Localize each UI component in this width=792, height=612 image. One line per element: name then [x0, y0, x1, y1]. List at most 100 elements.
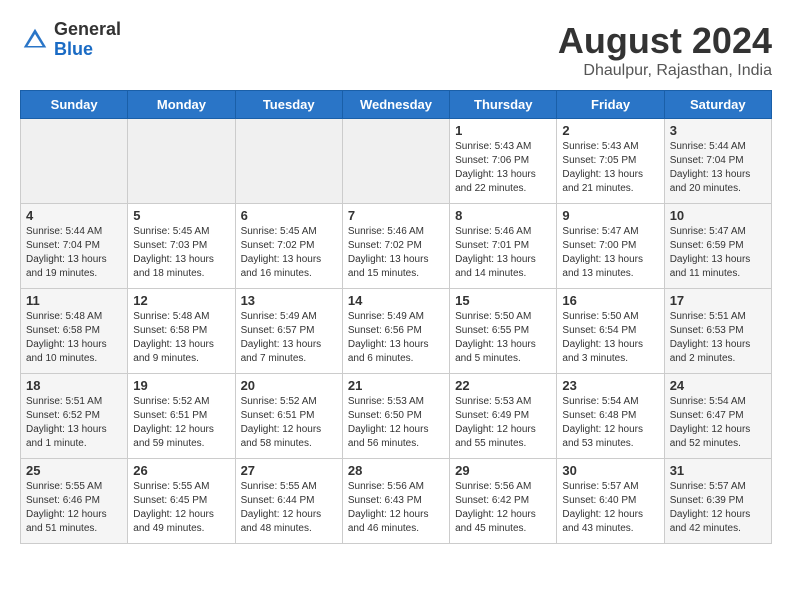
day-info: Sunrise: 5:44 AM Sunset: 7:04 PM Dayligh… — [670, 140, 766, 196]
day-number: 30 — [562, 463, 658, 478]
day-info: Sunrise: 5:46 AM Sunset: 7:02 PM Dayligh… — [348, 225, 444, 281]
day-number: 19 — [133, 378, 229, 393]
calendar-cell: 8 Sunrise: 5:46 AM Sunset: 7:01 PM Daylig… — [450, 204, 557, 289]
day-number: 8 — [455, 208, 551, 223]
day-number: 9 — [562, 208, 658, 223]
calendar-week-row: 1 Sunrise: 5:43 AM Sunset: 7:06 PM Daylig… — [21, 119, 772, 204]
day-number: 18 — [26, 378, 122, 393]
calendar-cell — [21, 119, 128, 204]
calendar-header-row: SundayMondayTuesdayWednesdayThursdayFrid… — [21, 91, 772, 119]
day-number: 10 — [670, 208, 766, 223]
calendar-week-row: 4 Sunrise: 5:44 AM Sunset: 7:04 PM Daylig… — [21, 204, 772, 289]
weekday-header: Tuesday — [235, 91, 342, 119]
day-number: 24 — [670, 378, 766, 393]
day-number: 27 — [241, 463, 337, 478]
day-info: Sunrise: 5:50 AM Sunset: 6:54 PM Dayligh… — [562, 310, 658, 366]
day-info: Sunrise: 5:55 AM Sunset: 6:46 PM Dayligh… — [26, 480, 122, 536]
day-number: 12 — [133, 293, 229, 308]
calendar-table: SundayMondayTuesdayWednesdayThursdayFrid… — [20, 90, 772, 544]
day-info: Sunrise: 5:49 AM Sunset: 6:56 PM Dayligh… — [348, 310, 444, 366]
day-info: Sunrise: 5:56 AM Sunset: 6:42 PM Dayligh… — [455, 480, 551, 536]
day-info: Sunrise: 5:54 AM Sunset: 6:47 PM Dayligh… — [670, 395, 766, 451]
calendar-cell: 11 Sunrise: 5:48 AM Sunset: 6:58 PM Dayli… — [21, 289, 128, 374]
calendar-cell — [342, 119, 449, 204]
calendar-cell: 15Sunrise: 5:50 AM Sunset: 6:55 PM Dayli… — [450, 289, 557, 374]
weekday-header: Thursday — [450, 91, 557, 119]
day-number: 11 — [26, 293, 122, 308]
day-number: 5 — [133, 208, 229, 223]
calendar-cell: 30Sunrise: 5:57 AM Sunset: 6:40 PM Dayli… — [557, 459, 664, 544]
weekday-header: Wednesday — [342, 91, 449, 119]
calendar-cell: 28 Sunrise: 5:56 AM Sunset: 6:43 PM Dayli… — [342, 459, 449, 544]
day-info: Sunrise: 5:49 AM Sunset: 6:57 PM Dayligh… — [241, 310, 337, 366]
weekday-header: Saturday — [664, 91, 771, 119]
day-info: Sunrise: 5:52 AM Sunset: 6:51 PM Dayligh… — [241, 395, 337, 451]
logo: General Blue — [20, 20, 121, 60]
day-number: 2 — [562, 123, 658, 138]
calendar-cell: 21 Sunrise: 5:53 AM Sunset: 6:50 PM Dayli… — [342, 374, 449, 459]
day-info: Sunrise: 5:53 AM Sunset: 6:50 PM Dayligh… — [348, 395, 444, 451]
day-info: Sunrise: 5:56 AM Sunset: 6:43 PM Dayligh… — [348, 480, 444, 536]
day-number: 25 — [26, 463, 122, 478]
day-info: Sunrise: 5:45 AM Sunset: 7:02 PM Dayligh… — [241, 225, 337, 281]
calendar-cell — [235, 119, 342, 204]
calendar-cell — [128, 119, 235, 204]
page-header: General Blue August 2024 Dhaulpur, Rajas… — [20, 20, 772, 80]
calendar-cell: 27 Sunrise: 5:55 AM Sunset: 6:44 PM Dayli… — [235, 459, 342, 544]
calendar-cell: 24 Sunrise: 5:54 AM Sunset: 6:47 PM Dayli… — [664, 374, 771, 459]
calendar-cell: 26Sunrise: 5:55 AM Sunset: 6:45 PM Dayli… — [128, 459, 235, 544]
day-number: 7 — [348, 208, 444, 223]
day-info: Sunrise: 5:48 AM Sunset: 6:58 PM Dayligh… — [133, 310, 229, 366]
calendar-cell: 20 Sunrise: 5:52 AM Sunset: 6:51 PM Dayli… — [235, 374, 342, 459]
logo-icon — [20, 25, 50, 55]
calendar-week-row: 18Sunrise: 5:51 AM Sunset: 6:52 PM Dayli… — [21, 374, 772, 459]
day-info: Sunrise: 5:47 AM Sunset: 6:59 PM Dayligh… — [670, 225, 766, 281]
calendar-cell: 22 Sunrise: 5:53 AM Sunset: 6:49 PM Dayli… — [450, 374, 557, 459]
day-info: Sunrise: 5:54 AM Sunset: 6:48 PM Dayligh… — [562, 395, 658, 451]
day-number: 20 — [241, 378, 337, 393]
day-info: Sunrise: 5:50 AM Sunset: 6:55 PM Dayligh… — [455, 310, 551, 366]
day-number: 3 — [670, 123, 766, 138]
day-info: Sunrise: 5:55 AM Sunset: 6:44 PM Dayligh… — [241, 480, 337, 536]
weekday-header: Friday — [557, 91, 664, 119]
day-number: 4 — [26, 208, 122, 223]
calendar-cell: 4 Sunrise: 5:44 AM Sunset: 7:04 PM Daylig… — [21, 204, 128, 289]
day-info: Sunrise: 5:47 AM Sunset: 7:00 PM Dayligh… — [562, 225, 658, 281]
logo-text: General Blue — [54, 20, 121, 60]
calendar-cell: 12 Sunrise: 5:48 AM Sunset: 6:58 PM Dayli… — [128, 289, 235, 374]
weekday-header: Monday — [128, 91, 235, 119]
day-number: 16 — [562, 293, 658, 308]
calendar-cell: 29 Sunrise: 5:56 AM Sunset: 6:42 PM Dayli… — [450, 459, 557, 544]
day-info: Sunrise: 5:52 AM Sunset: 6:51 PM Dayligh… — [133, 395, 229, 451]
calendar-cell: 1 Sunrise: 5:43 AM Sunset: 7:06 PM Daylig… — [450, 119, 557, 204]
day-number: 28 — [348, 463, 444, 478]
month-title: August 2024 — [558, 20, 772, 62]
calendar-week-row: 25 Sunrise: 5:55 AM Sunset: 6:46 PM Dayli… — [21, 459, 772, 544]
day-number: 29 — [455, 463, 551, 478]
day-info: Sunrise: 5:53 AM Sunset: 6:49 PM Dayligh… — [455, 395, 551, 451]
calendar-cell: 2Sunrise: 5:43 AM Sunset: 7:05 PM Daylig… — [557, 119, 664, 204]
calendar-cell: 14 Sunrise: 5:49 AM Sunset: 6:56 PM Dayli… — [342, 289, 449, 374]
day-number: 13 — [241, 293, 337, 308]
calendar-cell: 9 Sunrise: 5:47 AM Sunset: 7:00 PM Daylig… — [557, 204, 664, 289]
calendar-cell: 25 Sunrise: 5:55 AM Sunset: 6:46 PM Dayli… — [21, 459, 128, 544]
day-number: 22 — [455, 378, 551, 393]
day-info: Sunrise: 5:44 AM Sunset: 7:04 PM Dayligh… — [26, 225, 122, 281]
calendar-cell: 3 Sunrise: 5:44 AM Sunset: 7:04 PM Daylig… — [664, 119, 771, 204]
day-info: Sunrise: 5:46 AM Sunset: 7:01 PM Dayligh… — [455, 225, 551, 281]
day-number: 6 — [241, 208, 337, 223]
calendar-cell: 23 Sunrise: 5:54 AM Sunset: 6:48 PM Dayli… — [557, 374, 664, 459]
day-info: Sunrise: 5:43 AM Sunset: 7:06 PM Dayligh… — [455, 140, 551, 196]
day-info: Sunrise: 5:48 AM Sunset: 6:58 PM Dayligh… — [26, 310, 122, 366]
day-number: 14 — [348, 293, 444, 308]
weekday-header: Sunday — [21, 91, 128, 119]
day-info: Sunrise: 5:57 AM Sunset: 6:39 PM Dayligh… — [670, 480, 766, 536]
day-number: 23 — [562, 378, 658, 393]
day-number: 1 — [455, 123, 551, 138]
day-number: 17 — [670, 293, 766, 308]
day-number: 21 — [348, 378, 444, 393]
calendar-cell: 31Sunrise: 5:57 AM Sunset: 6:39 PM Dayli… — [664, 459, 771, 544]
calendar-cell: 16 Sunrise: 5:50 AM Sunset: 6:54 PM Dayli… — [557, 289, 664, 374]
calendar-cell: 5Sunrise: 5:45 AM Sunset: 7:03 PM Daylig… — [128, 204, 235, 289]
calendar-cell: 10 Sunrise: 5:47 AM Sunset: 6:59 PM Dayli… — [664, 204, 771, 289]
